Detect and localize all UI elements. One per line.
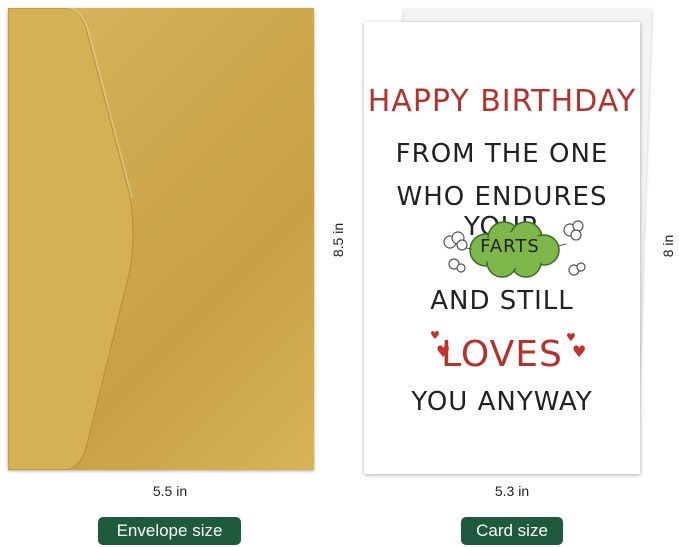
heart-icon: ♥ xyxy=(572,342,587,361)
card-width-label: 5.3 in xyxy=(494,483,530,499)
greeting-card: HAPPY BIRTHDAY FROM THE ONE WHO ENDURES … xyxy=(364,22,640,474)
heart-icon: ♥ xyxy=(436,342,451,361)
card-height-label: 8 in xyxy=(660,234,676,258)
gold-envelope xyxy=(8,8,314,470)
card-line-and-still: AND STILL xyxy=(430,286,574,316)
card-line-you-anyway: YOU ANYWAY xyxy=(411,387,593,417)
card-line-happy-birthday: HAPPY BIRTHDAY xyxy=(367,84,637,119)
envelope-flap xyxy=(8,8,134,470)
card-line-loves: LOVES xyxy=(441,334,563,375)
envelope-size-badge: Envelope size xyxy=(98,517,241,545)
envelope-width-label: 5.5 in xyxy=(152,483,188,499)
heart-icon: ♥ xyxy=(430,329,440,342)
card-line-from-the-one: FROM THE ONE xyxy=(395,139,609,169)
cloud-word-farts: FARTS xyxy=(480,236,540,257)
card-size-badge: Card size xyxy=(461,517,563,545)
envelope-height-label: 8.5 in xyxy=(330,222,346,258)
